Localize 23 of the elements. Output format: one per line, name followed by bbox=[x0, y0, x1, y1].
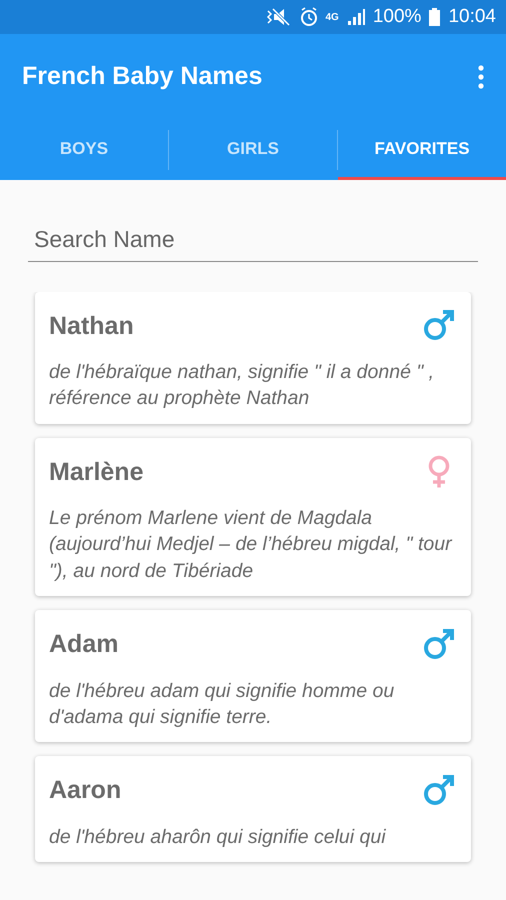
search-field[interactable]: Search Name bbox=[28, 218, 478, 262]
name-card[interactable]: Aaron de l'hébreu aharôn qui signifie celui qui bbox=[35, 756, 471, 862]
app-title: French Baby Names bbox=[22, 61, 262, 92]
name-title: Marlène bbox=[49, 456, 144, 488]
alarm-icon bbox=[300, 7, 318, 27]
name-description: de l'hébreu adam qui signifie homme ou d'adama qui signifie terre. bbox=[49, 678, 396, 730]
battery-icon bbox=[429, 8, 440, 26]
more-options-icon[interactable] bbox=[478, 65, 484, 89]
name-title: Nathan bbox=[49, 310, 134, 342]
name-card[interactable]: Marlène Le prénom Marlene vient de Magdala (aujourd’hui Medjel – de l’hébreu migdal, " tour "), au nord de Tibériade bbox=[35, 438, 471, 596]
name-description: de l'hébraïque nathan, signifie " il a donné " , référence au prophète Nathan bbox=[49, 360, 436, 412]
signal-icon bbox=[346, 8, 365, 26]
name-description: de l'hébreu aharôn qui signifie celui qui bbox=[49, 824, 387, 850]
name-card[interactable]: Adam de l'hébreu adam qui signifie homme ou d'adama qui signifie terre. bbox=[35, 610, 471, 742]
battery-percent: 100% bbox=[372, 4, 422, 29]
name-title: Adam bbox=[49, 629, 118, 660]
name-description: Le prénom Marlene vient de Magdala (aujourd’hui Medjel – de l’hébreu migdal, " tour "), au nord de Tibériade bbox=[49, 506, 454, 584]
network-label: 4G bbox=[326, 10, 339, 24]
tab[interactable]: FAVORITES bbox=[338, 120, 506, 180]
mute-icon bbox=[266, 7, 292, 27]
clock: 10:04 bbox=[448, 4, 496, 29]
name-title: Aaron bbox=[49, 775, 122, 806]
name-card[interactable]: Nathan de l'hébraïque nathan, signifie " il a donné " , référence au prophète Nathan bbox=[35, 292, 471, 424]
